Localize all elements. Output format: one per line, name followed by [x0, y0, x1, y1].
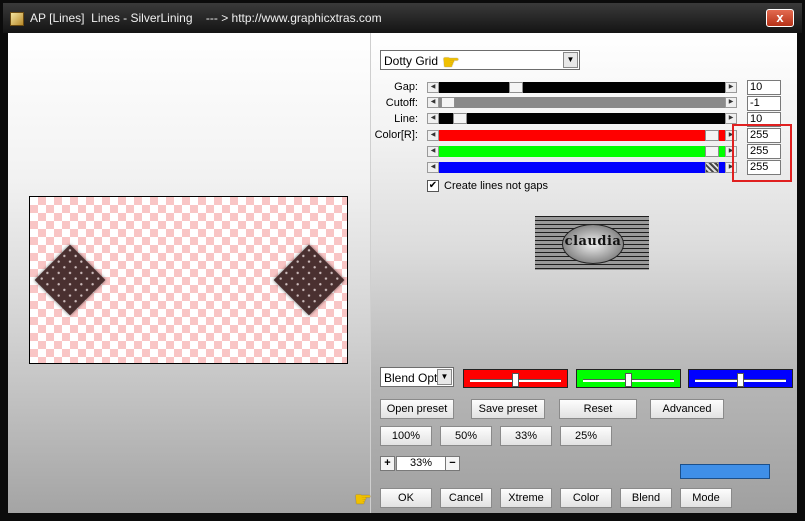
- red-blend-slider[interactable]: [463, 369, 568, 388]
- hand-pointer-icon: ☛: [354, 489, 372, 511]
- blend-options-select[interactable]: Blend Options ▼: [380, 367, 454, 387]
- blue-slider-track[interactable]: [439, 162, 725, 173]
- title-bar[interactable]: AP [Lines] Lines - SilverLining --- > ht…: [3, 3, 802, 33]
- gap-slider-track[interactable]: [439, 82, 725, 93]
- zoom-100-button[interactable]: 100%: [380, 426, 432, 446]
- open-preset-button[interactable]: Open preset: [380, 399, 454, 419]
- color-r-label: Color[R]:: [374, 129, 418, 141]
- slider-right-arrow[interactable]: ▶: [725, 97, 737, 108]
- pattern-select[interactable]: Dotty Grid ▼: [380, 50, 580, 70]
- zoom-33-button[interactable]: 33%: [500, 426, 552, 446]
- ok-button[interactable]: OK: [380, 488, 432, 508]
- preview-pane: [8, 33, 371, 513]
- zoom-25-button[interactable]: 25%: [560, 426, 612, 446]
- slider-left-arrow[interactable]: ◀: [427, 113, 439, 124]
- xtreme-button[interactable]: Xtreme: [500, 488, 552, 508]
- left-diamond-shape: [34, 244, 106, 316]
- gap-value[interactable]: 10: [747, 80, 781, 95]
- slider-right-arrow[interactable]: ▶: [725, 113, 737, 124]
- line-slider-thumb[interactable]: [453, 113, 467, 124]
- slider-left-arrow[interactable]: ◀: [427, 97, 439, 108]
- color-button[interactable]: Color: [560, 488, 612, 508]
- plugin-window: AP [Lines] Lines - SilverLining --- > ht…: [0, 0, 805, 521]
- right-diamond-shape: [273, 244, 345, 316]
- blend-options-value: Blend Options: [384, 371, 439, 385]
- chevron-down-icon: ▼: [437, 369, 452, 385]
- cutoff-slider-thumb[interactable]: [441, 97, 455, 108]
- gap-slider[interactable]: ◀ ▶: [427, 82, 737, 93]
- blend-button[interactable]: Blend: [620, 488, 672, 508]
- pattern-select-value: Dotty Grid: [384, 54, 439, 68]
- logo-oval: claudia: [562, 224, 624, 264]
- slider-right-arrow[interactable]: ▶: [725, 82, 737, 93]
- green-slider-thumb[interactable]: [705, 146, 719, 157]
- line-slider[interactable]: ◀ ▶: [427, 113, 737, 124]
- red-slider[interactable]: ◀ ▶: [427, 130, 737, 141]
- zoom-out-button[interactable]: −: [445, 456, 460, 471]
- preview-image[interactable]: [29, 196, 348, 364]
- line-label: Line:: [394, 113, 418, 125]
- zoom-value[interactable]: 33%: [396, 456, 446, 471]
- color-swatch[interactable]: [680, 464, 770, 479]
- cutoff-slider[interactable]: ◀ ▶: [427, 97, 737, 108]
- blue-blend-slider[interactable]: [688, 369, 793, 388]
- reset-button[interactable]: Reset: [559, 399, 637, 419]
- green-blend-slider[interactable]: [576, 369, 681, 388]
- highlight-box: [732, 124, 792, 182]
- red-blend-knob[interactable]: [512, 373, 519, 387]
- claudia-logo: claudia: [535, 216, 649, 270]
- mode-button[interactable]: Mode: [680, 488, 732, 508]
- red-slider-track[interactable]: [439, 130, 725, 141]
- gap-label: Gap:: [394, 81, 418, 93]
- green-slider-track[interactable]: [439, 146, 725, 157]
- zoom-in-button[interactable]: +: [380, 456, 395, 471]
- blue-slider[interactable]: ◀ ▶: [427, 162, 737, 173]
- green-slider[interactable]: ◀ ▶: [427, 146, 737, 157]
- blue-blend-knob[interactable]: [737, 373, 744, 387]
- create-lines-label: Create lines not gaps: [444, 180, 548, 192]
- cutoff-slider-track[interactable]: [439, 97, 725, 108]
- cancel-button[interactable]: Cancel: [440, 488, 492, 508]
- line-slider-track[interactable]: [439, 113, 725, 124]
- window-title: AP [Lines] Lines - SilverLining --- > ht…: [30, 11, 382, 25]
- slider-left-arrow[interactable]: ◀: [427, 130, 439, 141]
- advanced-button[interactable]: Advanced: [650, 399, 724, 419]
- red-slider-thumb[interactable]: [705, 130, 719, 141]
- slider-left-arrow[interactable]: ◀: [427, 162, 439, 173]
- green-blend-knob[interactable]: [625, 373, 632, 387]
- hand-pointer-icon: ☛: [442, 52, 460, 74]
- cutoff-label: Cutoff:: [385, 97, 418, 109]
- close-button[interactable]: x: [766, 9, 794, 27]
- cutoff-value[interactable]: -1: [747, 96, 781, 111]
- app-icon: [10, 12, 24, 26]
- save-preset-button[interactable]: Save preset: [471, 399, 545, 419]
- slider-left-arrow[interactable]: ◀: [427, 82, 439, 93]
- chevron-down-icon: ▼: [563, 52, 578, 68]
- slider-left-arrow[interactable]: ◀: [427, 146, 439, 157]
- create-lines-checkbox[interactable]: ✔: [427, 180, 439, 192]
- gap-slider-thumb[interactable]: [509, 82, 523, 93]
- blue-slider-thumb[interactable]: [705, 162, 719, 173]
- zoom-50-button[interactable]: 50%: [440, 426, 492, 446]
